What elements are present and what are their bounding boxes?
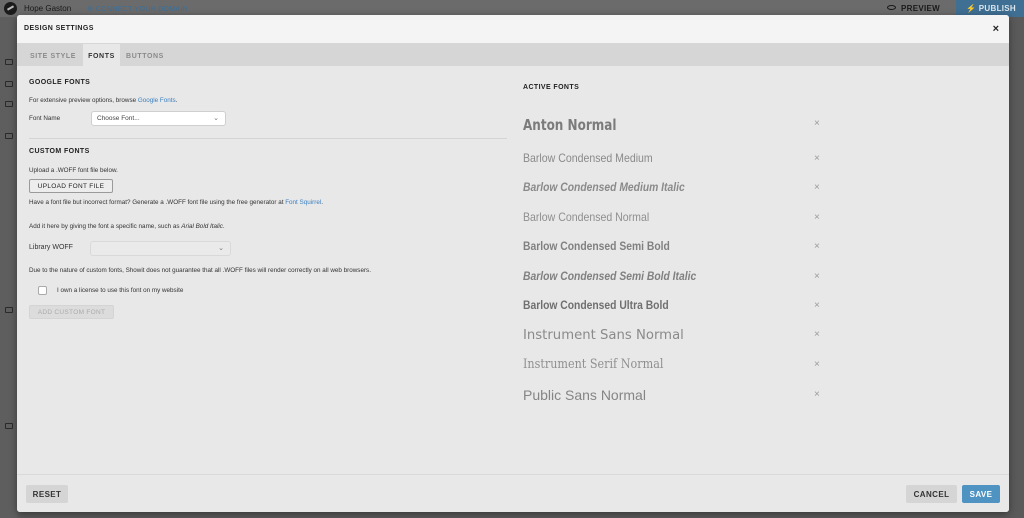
- custom-fonts-heading: CUSTOM FONTS: [29, 148, 90, 155]
- remove-font-icon[interactable]: ×: [814, 118, 820, 129]
- active-fonts-heading: ACTIVE FONTS: [523, 84, 580, 91]
- active-font-name: Barlow Condensed Normal: [523, 210, 650, 224]
- active-font-name: Barlow Condensed Medium Italic: [523, 180, 685, 194]
- remove-font-icon[interactable]: ×: [814, 359, 820, 370]
- layers-icon[interactable]: [5, 307, 13, 313]
- tab-buttons[interactable]: BUTTONS: [120, 44, 170, 66]
- upload-prompt: Upload a .WOFF font file below.: [29, 167, 118, 174]
- connect-domain-label: CONNECT YOUR DOMAIN: [95, 6, 188, 13]
- design-settings-modal: DESIGN SETTINGS × SITE STYLE FONTS BUTTO…: [17, 15, 1009, 512]
- remove-font-icon[interactable]: ×: [814, 271, 820, 282]
- custom-fonts-disclaimer: Due to the nature of custom fonts, Showi…: [29, 267, 371, 274]
- active-font-name: Anton Normal: [523, 116, 617, 134]
- library-woff-label: Library WOFF: [29, 244, 73, 251]
- section-divider: [29, 138, 507, 139]
- remove-font-icon[interactable]: ×: [814, 212, 820, 223]
- remove-font-icon[interactable]: ×: [814, 389, 820, 400]
- monitor-icon[interactable]: [5, 101, 13, 107]
- google-fonts-link[interactable]: Google Fonts: [138, 97, 176, 104]
- panel-icon[interactable]: [5, 423, 13, 429]
- connect-domain-link[interactable]: ⚙ CONNECT YOUR DOMAIN: [87, 5, 188, 13]
- tab-site-style[interactable]: SITE STYLE: [23, 44, 83, 66]
- font-name-select-value: Choose Font...: [97, 115, 140, 122]
- left-tool-rail: [0, 17, 17, 518]
- eye-icon: [887, 5, 896, 10]
- license-checkbox[interactable]: [38, 286, 47, 295]
- page-icon[interactable]: [5, 133, 13, 139]
- active-font-name: Barlow Condensed Semi Bold Italic: [523, 269, 697, 283]
- remove-font-icon[interactable]: ×: [814, 241, 820, 252]
- add-custom-font-button[interactable]: ADD CUSTOM FONT: [29, 305, 114, 319]
- remove-font-icon[interactable]: ×: [814, 182, 820, 193]
- settings-tabs: SITE STYLE FONTS BUTTONS: [17, 44, 1009, 66]
- modal-footer: RESET CANCEL SAVE: [17, 474, 1009, 512]
- incorrect-format-note: Have a font file but incorrect format? G…: [29, 199, 323, 206]
- reset-button[interactable]: RESET: [26, 485, 68, 503]
- font-name-label: Font Name: [29, 115, 61, 122]
- modal-header: DESIGN SETTINGS ×: [17, 15, 1009, 44]
- site-name[interactable]: Hope Gaston: [24, 4, 71, 13]
- google-fonts-intro: For extensive preview options, browse Go…: [29, 97, 177, 104]
- remove-font-icon[interactable]: ×: [814, 153, 820, 164]
- pencil-icon[interactable]: [5, 81, 13, 87]
- incorrect-format-text: Have a font file but incorrect format? G…: [29, 199, 286, 206]
- remove-font-icon[interactable]: ×: [814, 300, 820, 311]
- active-font-name: Barlow Condensed Semi Bold: [523, 239, 670, 253]
- publish-label: PUBLISH: [978, 4, 1017, 13]
- tab-fonts[interactable]: FONTS: [83, 44, 120, 66]
- preview-button[interactable]: PREVIEW: [887, 4, 940, 13]
- bolt-icon: ⚡: [966, 4, 977, 13]
- active-font-name: Barlow Condensed Medium: [523, 151, 653, 165]
- cancel-button[interactable]: CANCEL: [906, 485, 957, 503]
- preview-label: PREVIEW: [901, 4, 940, 13]
- google-fonts-intro-text: For extensive preview options, browse: [29, 97, 138, 104]
- add-font-hint-end: .: [222, 223, 225, 230]
- active-font-name: Barlow Condensed Ultra Bold: [523, 298, 669, 312]
- active-font-name: Public Sans Normal: [523, 387, 646, 403]
- save-button[interactable]: SAVE: [962, 485, 1000, 503]
- incorrect-format-end: .: [321, 199, 324, 206]
- gear-icon[interactable]: [5, 59, 13, 65]
- google-fonts-intro-end: .: [175, 97, 178, 104]
- app-logo-icon[interactable]: [4, 2, 17, 15]
- upload-font-file-button[interactable]: UPLOAD FONT FILE: [29, 179, 113, 193]
- add-font-hint-example: Arial Bold Italic: [181, 223, 223, 230]
- library-woff-select[interactable]: ⌄: [90, 241, 231, 256]
- google-fonts-heading: GOOGLE FONTS: [29, 79, 91, 86]
- add-font-hint-text: Add it here by giving the font a specifi…: [29, 223, 182, 230]
- license-label: I own a license to use this font on my w…: [57, 287, 184, 294]
- font-name-select[interactable]: Choose Font... ⌄: [91, 111, 226, 126]
- close-icon[interactable]: ×: [993, 23, 999, 35]
- font-squirrel-link[interactable]: Font Squirrel: [285, 199, 321, 206]
- chevron-down-icon: ⌄: [213, 115, 219, 122]
- modal-title: DESIGN SETTINGS: [24, 25, 94, 32]
- remove-font-icon[interactable]: ×: [814, 329, 820, 340]
- chevron-down-icon: ⌄: [218, 245, 224, 252]
- active-font-name: Instrument Serif Normal: [523, 357, 664, 372]
- active-font-name: Instrument Sans Normal: [523, 327, 684, 343]
- add-font-hint: Add it here by giving the font a specifi…: [29, 223, 225, 230]
